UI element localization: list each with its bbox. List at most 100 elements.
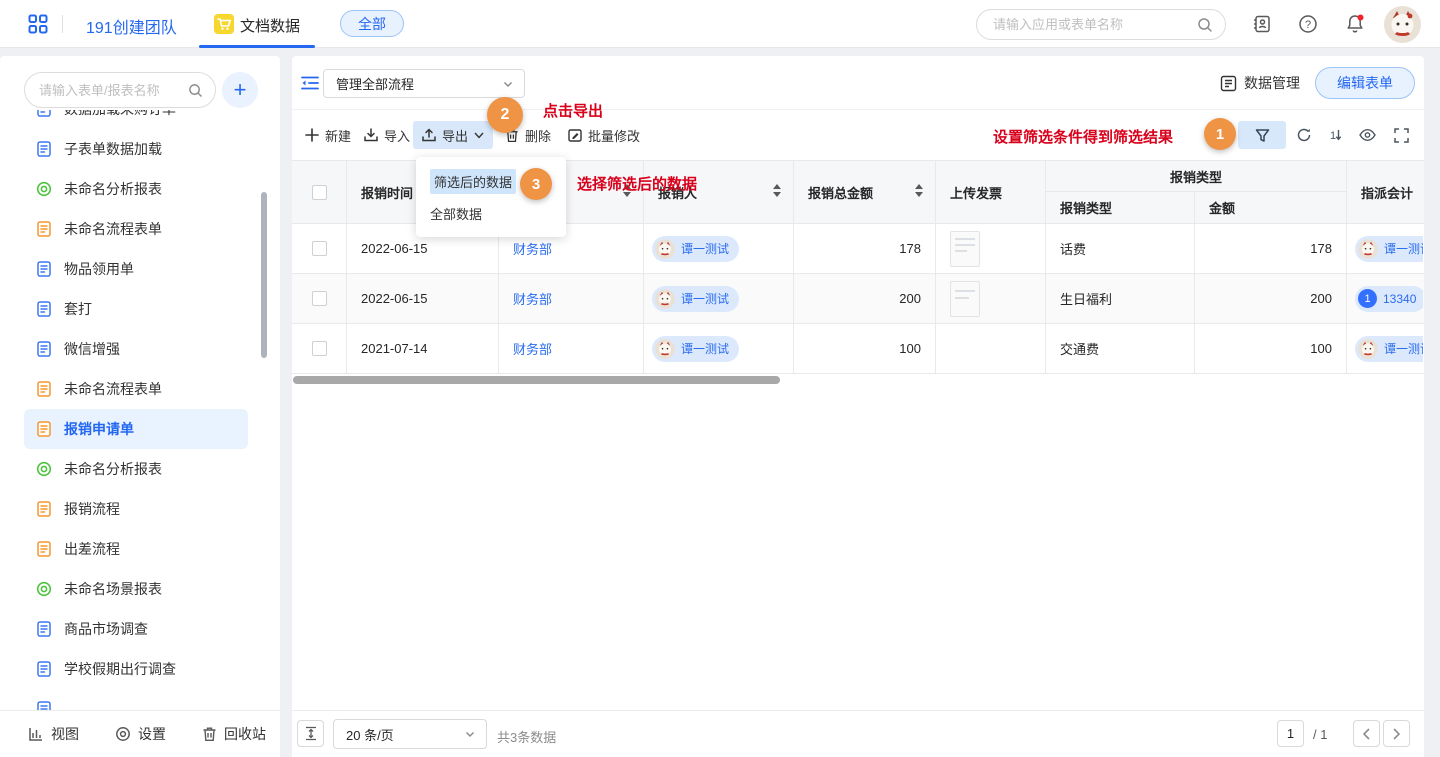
sidebar-item[interactable]: 未命名场景报表 xyxy=(24,569,248,609)
sidebar-item[interactable]: 未命名分析报表 xyxy=(24,169,248,209)
subcolumn-header-amount[interactable]: 金额 xyxy=(1195,192,1346,223)
sidebar-item[interactable]: 未命名流程表单 xyxy=(24,209,248,249)
import-button[interactable]: 导入 xyxy=(364,121,410,149)
row-checkbox[interactable] xyxy=(312,291,327,306)
current-page-box[interactable]: 1 xyxy=(1277,720,1304,747)
views-button[interactable]: 视图 xyxy=(28,724,79,744)
notification-bell-icon[interactable] xyxy=(1344,13,1366,35)
accountant-pill[interactable]: 谭一测试 xyxy=(1355,236,1423,262)
report-icon xyxy=(36,461,52,477)
dept-link[interactable]: 财务部 xyxy=(513,339,552,358)
sidebar-item[interactable]: 学校假期出行调查 xyxy=(24,649,248,689)
edit-form-button[interactable]: 编辑表单 xyxy=(1315,67,1415,99)
sidebar-item[interactable] xyxy=(24,689,248,710)
sidebar-item-selected[interactable]: 报销申请单 xyxy=(24,409,248,449)
sidebar-item[interactable]: 未命名流程表单 xyxy=(24,369,248,409)
select-all-checkbox[interactable] xyxy=(312,185,327,200)
accountant-pill[interactable]: 谭一测试 xyxy=(1355,336,1423,362)
person-pill[interactable]: 谭一测试 xyxy=(652,236,739,262)
menu-item-all-data[interactable]: 全部数据 xyxy=(416,197,566,229)
table-row[interactable]: 2022-06-15 财务部 谭一测试 200 生日福利 200 113340 xyxy=(292,274,1424,324)
next-page-button[interactable] xyxy=(1383,720,1410,747)
sidebar-item[interactable]: 出差流程 xyxy=(24,529,248,569)
horizontal-scrollbar[interactable] xyxy=(293,376,780,384)
apps-grid-icon[interactable] xyxy=(28,14,48,34)
sort-button[interactable]: 1 xyxy=(1323,121,1347,149)
batch-edit-button[interactable]: 批量修改 xyxy=(568,121,640,149)
count-badge: 1 xyxy=(1358,289,1377,308)
group-header-type[interactable]: 报销类型 xyxy=(1046,161,1346,192)
sidebar-item[interactable]: 报销流程 xyxy=(24,489,248,529)
tab-document-data[interactable]: 文档数据 xyxy=(240,15,300,36)
sidebar-search[interactable] xyxy=(24,72,216,108)
table-footer: 20 条/页 共3条数据 1 / 1 xyxy=(292,710,1424,757)
row-checkbox[interactable] xyxy=(312,241,327,256)
table-row[interactable]: 2021-07-14 财务部 谭一测试 100 交通费 100 谭一测试 xyxy=(292,324,1424,374)
invoice-thumbnail[interactable] xyxy=(950,281,980,317)
accountant-pill[interactable]: 113340 xyxy=(1355,286,1423,312)
invoice-thumbnail[interactable] xyxy=(950,231,980,267)
sidebar-item[interactable]: 物品领用单 xyxy=(24,249,248,289)
sidebar-scrollbar[interactable] xyxy=(261,192,267,358)
add-form-button[interactable]: + xyxy=(222,72,258,108)
sort-arrows-icon[interactable] xyxy=(773,184,781,197)
data-manage-button[interactable]: 数据管理 xyxy=(1220,73,1300,93)
sort-arrows-icon[interactable] xyxy=(915,184,923,197)
sort-icon: 1 xyxy=(1328,127,1343,143)
column-header-accountant[interactable]: 指派会计 xyxy=(1347,161,1423,223)
row-checkbox[interactable] xyxy=(312,341,327,356)
active-tab-underline xyxy=(199,45,315,48)
filter-button[interactable] xyxy=(1238,121,1286,149)
collapse-sidebar-icon[interactable] xyxy=(301,75,319,91)
search-icon[interactable] xyxy=(188,83,203,98)
report-icon xyxy=(36,181,52,197)
scope-all-pill[interactable]: 全部 xyxy=(340,10,404,37)
bar-chart-icon xyxy=(28,726,44,742)
new-button[interactable]: 新建 xyxy=(305,121,351,149)
form-icon xyxy=(36,621,52,637)
top-header: 191创建团队 文档数据 全部 ? xyxy=(0,0,1440,48)
sidebar-search-input[interactable] xyxy=(39,83,188,98)
sidebar-footer: 视图 设置 回收站 xyxy=(0,710,280,757)
export-button[interactable]: 导出 xyxy=(413,121,493,149)
sidebar-item[interactable]: 商品市场调查 xyxy=(24,609,248,649)
settings-button[interactable]: 设置 xyxy=(115,724,166,744)
chevron-down-icon xyxy=(502,78,514,90)
user-avatar[interactable] xyxy=(1384,6,1421,43)
sidebar-item[interactable]: 微信增强 xyxy=(24,329,248,369)
eye-icon xyxy=(1359,128,1376,142)
person-pill[interactable]: 谭一测试 xyxy=(652,286,739,312)
sidebar-item[interactable]: 未命名分析报表 xyxy=(24,449,248,489)
row-height-button[interactable] xyxy=(297,720,324,747)
gear-icon xyxy=(115,726,131,742)
page-size-select[interactable]: 20 条/页 xyxy=(333,719,487,749)
team-name[interactable]: 191创建团队 xyxy=(86,14,177,38)
help-icon[interactable]: ? xyxy=(1298,14,1318,34)
dept-link[interactable]: 财务部 xyxy=(513,239,552,258)
filter-funnel-icon xyxy=(1255,128,1270,143)
cell-date: 2022-06-15 xyxy=(361,241,428,256)
flow-scope-select[interactable]: 管理全部流程 xyxy=(323,69,525,98)
sidebar-item[interactable]: 数据加载采购订单 xyxy=(24,110,248,129)
plus-icon xyxy=(305,128,319,142)
sidebar-item[interactable]: 套打 xyxy=(24,289,248,329)
global-search[interactable] xyxy=(976,9,1226,40)
refresh-button[interactable] xyxy=(1292,121,1316,149)
column-header-invoice[interactable]: 上传发票 xyxy=(936,161,1046,223)
global-search-input[interactable] xyxy=(993,17,1197,32)
flow-form-icon xyxy=(36,221,52,237)
address-book-icon[interactable] xyxy=(1252,14,1272,34)
sidebar-item[interactable]: 子表单数据加载 xyxy=(24,129,248,169)
column-header-total[interactable]: 报销总金额 xyxy=(794,161,936,223)
visibility-button[interactable] xyxy=(1354,121,1380,149)
subcolumn-header-type[interactable]: 报销类型 xyxy=(1046,192,1195,223)
prev-page-button[interactable] xyxy=(1353,720,1380,747)
form-icon xyxy=(36,110,52,117)
data-manage-icon xyxy=(1220,75,1237,92)
cell-type: 生日福利 xyxy=(1060,289,1112,308)
person-pill[interactable]: 谭一测试 xyxy=(652,336,739,362)
search-icon[interactable] xyxy=(1197,17,1213,33)
fullscreen-button[interactable] xyxy=(1388,121,1414,149)
dept-link[interactable]: 财务部 xyxy=(513,289,552,308)
recycle-bin-button[interactable]: 回收站 xyxy=(202,724,266,744)
